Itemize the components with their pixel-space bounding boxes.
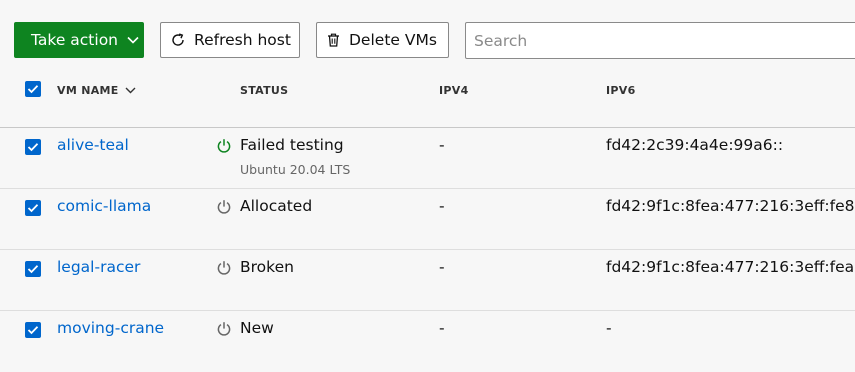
chevron-down-icon — [127, 30, 139, 48]
column-header-ipv4: IPV4 — [439, 84, 469, 97]
column-header-status: STATUS — [240, 84, 289, 97]
table-row: comic-llama Allocated - fd42:9f1c:8fea:4… — [0, 189, 855, 250]
ipv6-value: - — [606, 319, 612, 337]
ipv4-value: - — [439, 136, 445, 154]
vm-name-link[interactable]: legal-racer — [57, 258, 140, 276]
ipv4-value: - — [439, 319, 445, 337]
delete-vms-label: Delete VMs — [349, 31, 437, 49]
power-icon — [216, 138, 232, 158]
status-text: Allocated — [240, 197, 313, 215]
vm-name-header-label: VM NAME — [57, 84, 119, 97]
table-row: legal-racer Broken - fd42:9f1c:8fea:477:… — [0, 250, 855, 311]
row-checkbox[interactable] — [25, 139, 41, 155]
status-text: New — [240, 319, 274, 337]
vm-name-link[interactable]: alive-teal — [57, 136, 129, 154]
select-all-checkbox[interactable] — [25, 81, 41, 97]
row-checkbox[interactable] — [25, 261, 41, 277]
power-icon — [216, 321, 232, 341]
power-icon — [216, 199, 232, 219]
status-text: Failed testing — [240, 136, 344, 154]
power-icon — [216, 260, 232, 280]
table-row: moving-crane New - - — [0, 311, 855, 372]
table-row: alive-teal Failed testing Ubuntu 20.04 L… — [0, 128, 855, 189]
take-action-button[interactable]: Take action — [14, 22, 144, 58]
toolbar: Take action Refresh host Delete VMs — [0, 0, 855, 80]
search-input[interactable] — [465, 22, 855, 59]
ipv6-value: fd42:9f1c:8fea:477:216:3eff:fe81:f6 — [606, 197, 855, 215]
column-header-vm-name[interactable]: VM NAME — [57, 84, 136, 97]
refresh-host-label: Refresh host — [194, 31, 291, 49]
vm-name-link[interactable]: comic-llama — [57, 197, 151, 215]
column-header-ipv6: IPV6 — [606, 84, 636, 97]
row-checkbox[interactable] — [25, 200, 41, 216]
refresh-host-button[interactable]: Refresh host — [160, 22, 300, 58]
vm-name-link[interactable]: moving-crane — [57, 319, 164, 337]
trash-icon — [327, 33, 340, 47]
ipv4-value: - — [439, 258, 445, 276]
os-subtext: Ubuntu 20.04 LTS — [240, 162, 351, 177]
chevron-down-icon — [125, 87, 136, 94]
delete-vms-button[interactable]: Delete VMs — [316, 22, 449, 58]
ipv4-value: - — [439, 197, 445, 215]
take-action-label: Take action — [31, 31, 118, 49]
status-text: Broken — [240, 258, 294, 276]
refresh-icon — [171, 33, 185, 47]
row-checkbox[interactable] — [25, 322, 41, 338]
ipv6-value: fd42:2c39:4a4e:99a6:: — [606, 136, 784, 154]
ipv6-value: fd42:9f1c:8fea:477:216:3eff:feaa:5 — [606, 258, 855, 276]
